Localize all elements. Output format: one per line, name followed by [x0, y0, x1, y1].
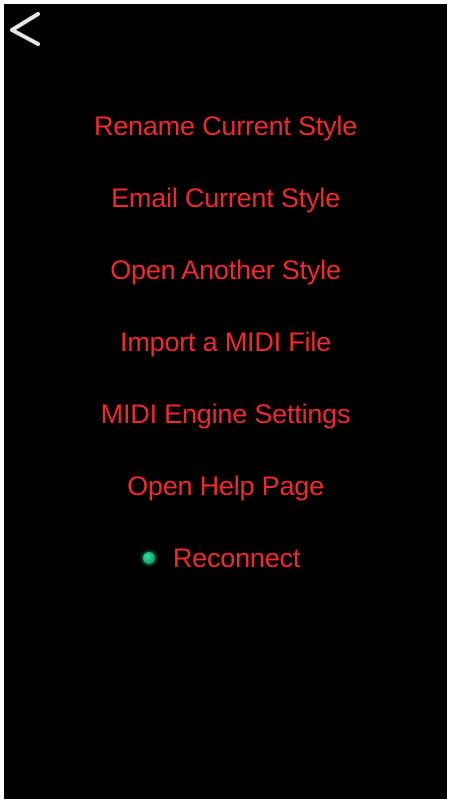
back-button[interactable] [6, 8, 50, 52]
open-help-page-item[interactable]: Open Help Page [4, 468, 447, 504]
menu-screen: Rename Current Style Email Current Style… [4, 4, 447, 799]
reconnect-content: Reconnect [142, 540, 301, 576]
reconnect-label: Reconnect [172, 543, 301, 573]
import-midi-file-item[interactable]: Import a MIDI File [4, 324, 447, 360]
connection-status-dot-icon [142, 552, 155, 564]
midi-engine-settings-item[interactable]: MIDI Engine Settings [4, 396, 447, 432]
chevron-left-icon [10, 12, 40, 46]
reconnect-item[interactable]: Reconnect [4, 540, 447, 578]
rename-current-style-item[interactable]: Rename Current Style [4, 108, 447, 144]
open-another-style-item[interactable]: Open Another Style [4, 252, 447, 288]
email-current-style-item[interactable]: Email Current Style [4, 180, 447, 216]
